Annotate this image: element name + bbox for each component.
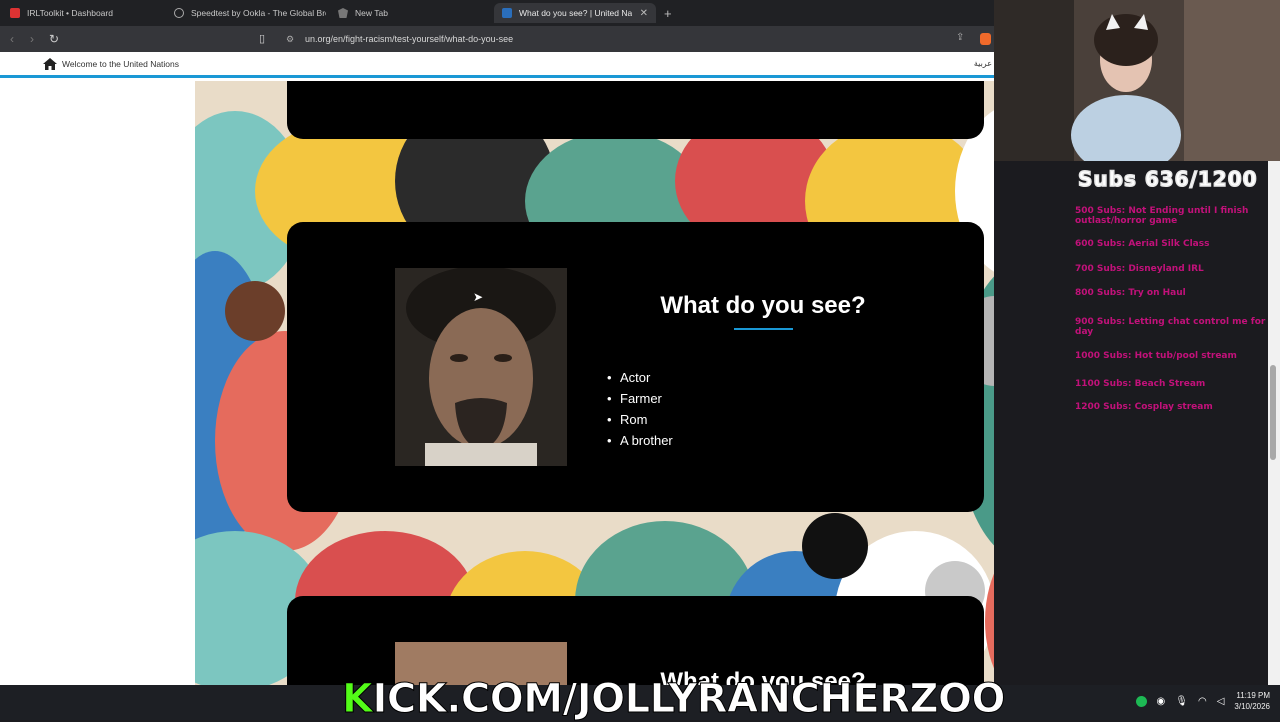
question-card-previous bbox=[287, 81, 984, 139]
question-title: What do you see? bbox=[660, 292, 866, 319]
volume-icon[interactable]: ◁ bbox=[1217, 696, 1225, 707]
sub-goal-item: 500 Subs: Not Ending until I finish outl… bbox=[1075, 206, 1249, 226]
mouse-cursor-icon: ➤ bbox=[473, 290, 484, 304]
new-tab-icon[interactable]: + bbox=[664, 6, 672, 21]
microphone-icon[interactable]: 🎙 bbox=[1175, 696, 1188, 707]
sub-goal-item: 700 Subs: Disneyland IRL bbox=[1075, 264, 1204, 274]
url-text: un.org/en/fight-racism/test-yourself/wha… bbox=[305, 34, 514, 44]
sub-goal-item: 1200 Subs: Cosplay stream bbox=[1075, 402, 1213, 412]
kick-channel-banner: KICK.COM/JOLLYRANCHERZOO bbox=[342, 676, 1007, 722]
browser-tab-bar: IRLToolkit • Dashboard Speedtest by Ookl… bbox=[0, 0, 994, 26]
welcome-link[interactable]: Welcome to the United Nations bbox=[62, 59, 179, 69]
sub-goals-overlay: Subs 636/1200 500 Subs: Not Ending until… bbox=[1075, 161, 1280, 685]
un-icon bbox=[502, 8, 512, 18]
question-card: What do you see? Actor Farmer Rom A brot… bbox=[287, 222, 984, 512]
tab-new-tab[interactable]: New Tab bbox=[330, 3, 490, 23]
question-card-next: What do you see? bbox=[287, 596, 984, 685]
tab-what-do-you-see[interactable]: What do you see? | United Natio ✕ bbox=[494, 3, 656, 23]
sub-goal-item: 1100 Subs: Beach Stream bbox=[1075, 379, 1206, 389]
wifi-icon[interactable]: ◠ bbox=[1198, 696, 1207, 707]
un-header: Welcome to the United Nations عربية bbox=[0, 52, 994, 78]
sub-goal-item: 800 Subs: Try on Haul bbox=[1075, 288, 1186, 298]
sub-goal-title: Subs 636/1200 bbox=[1077, 166, 1258, 192]
option-item[interactable]: A brother bbox=[607, 433, 673, 448]
crowd-illustration: What do you see? Actor Farmer Rom A brot… bbox=[195, 81, 994, 685]
system-tray: ◉ 🎙 ◠ ◁ 11:19 PM 3/10/2026 bbox=[1135, 690, 1270, 712]
reload-icon[interactable]: ↻ bbox=[49, 32, 59, 46]
close-tab-icon[interactable]: ✕ bbox=[640, 8, 648, 19]
tab-label: Speedtest by Ookla - The Global Bro bbox=[191, 8, 326, 18]
answer-options: Actor Farmer Rom A brother bbox=[607, 370, 673, 454]
spotify-icon[interactable] bbox=[1135, 695, 1147, 707]
home-icon[interactable] bbox=[43, 57, 57, 70]
irltoolkit-icon bbox=[10, 8, 20, 18]
discord-icon[interactable]: ◉ bbox=[1157, 696, 1166, 707]
kick-url-text: ICK.COM/JOLLYRANCHERZOO bbox=[372, 676, 1006, 722]
speedtest-icon bbox=[174, 8, 184, 18]
back-icon[interactable]: ‹ bbox=[10, 32, 14, 46]
option-item[interactable]: Actor bbox=[607, 370, 673, 385]
title-underline bbox=[734, 328, 793, 330]
clock-date: 3/10/2026 bbox=[1234, 702, 1270, 711]
address-bar[interactable]: un.org/en/fight-racism/test-yourself/wha… bbox=[255, 29, 995, 49]
scrollbar-thumb[interactable] bbox=[1270, 365, 1276, 460]
language-arabic-link[interactable]: عربية bbox=[974, 59, 992, 68]
forward-icon[interactable]: › bbox=[30, 32, 34, 46]
sub-goal-item: 900 Subs: Letting chat control me for a … bbox=[1075, 317, 1275, 337]
brave-icon bbox=[338, 8, 348, 18]
tab-speedtest[interactable]: Speedtest by Ookla - The Global Bro bbox=[166, 3, 326, 23]
webcam-feed bbox=[994, 0, 1280, 161]
kick-k-letter: K bbox=[342, 676, 374, 722]
tab-label: IRLToolkit • Dashboard bbox=[27, 8, 113, 18]
option-item[interactable]: Farmer bbox=[607, 391, 673, 406]
webpage: Welcome to the United Nations عربية What… bbox=[0, 52, 994, 685]
option-item[interactable]: Rom bbox=[607, 412, 673, 427]
tab-label: New Tab bbox=[355, 8, 388, 18]
sub-goal-item: 1000 Subs: Hot tub/pool stream bbox=[1075, 351, 1237, 361]
sub-goal-item: 600 Subs: Aerial Silk Class bbox=[1075, 239, 1210, 249]
clock-time: 11:19 PM bbox=[1236, 691, 1270, 700]
tab-irltoolkit[interactable]: IRLToolkit • Dashboard bbox=[2, 3, 162, 23]
taskbar-clock[interactable]: 11:19 PM 3/10/2026 bbox=[1234, 690, 1270, 712]
tab-label: What do you see? | United Natio bbox=[519, 8, 632, 18]
